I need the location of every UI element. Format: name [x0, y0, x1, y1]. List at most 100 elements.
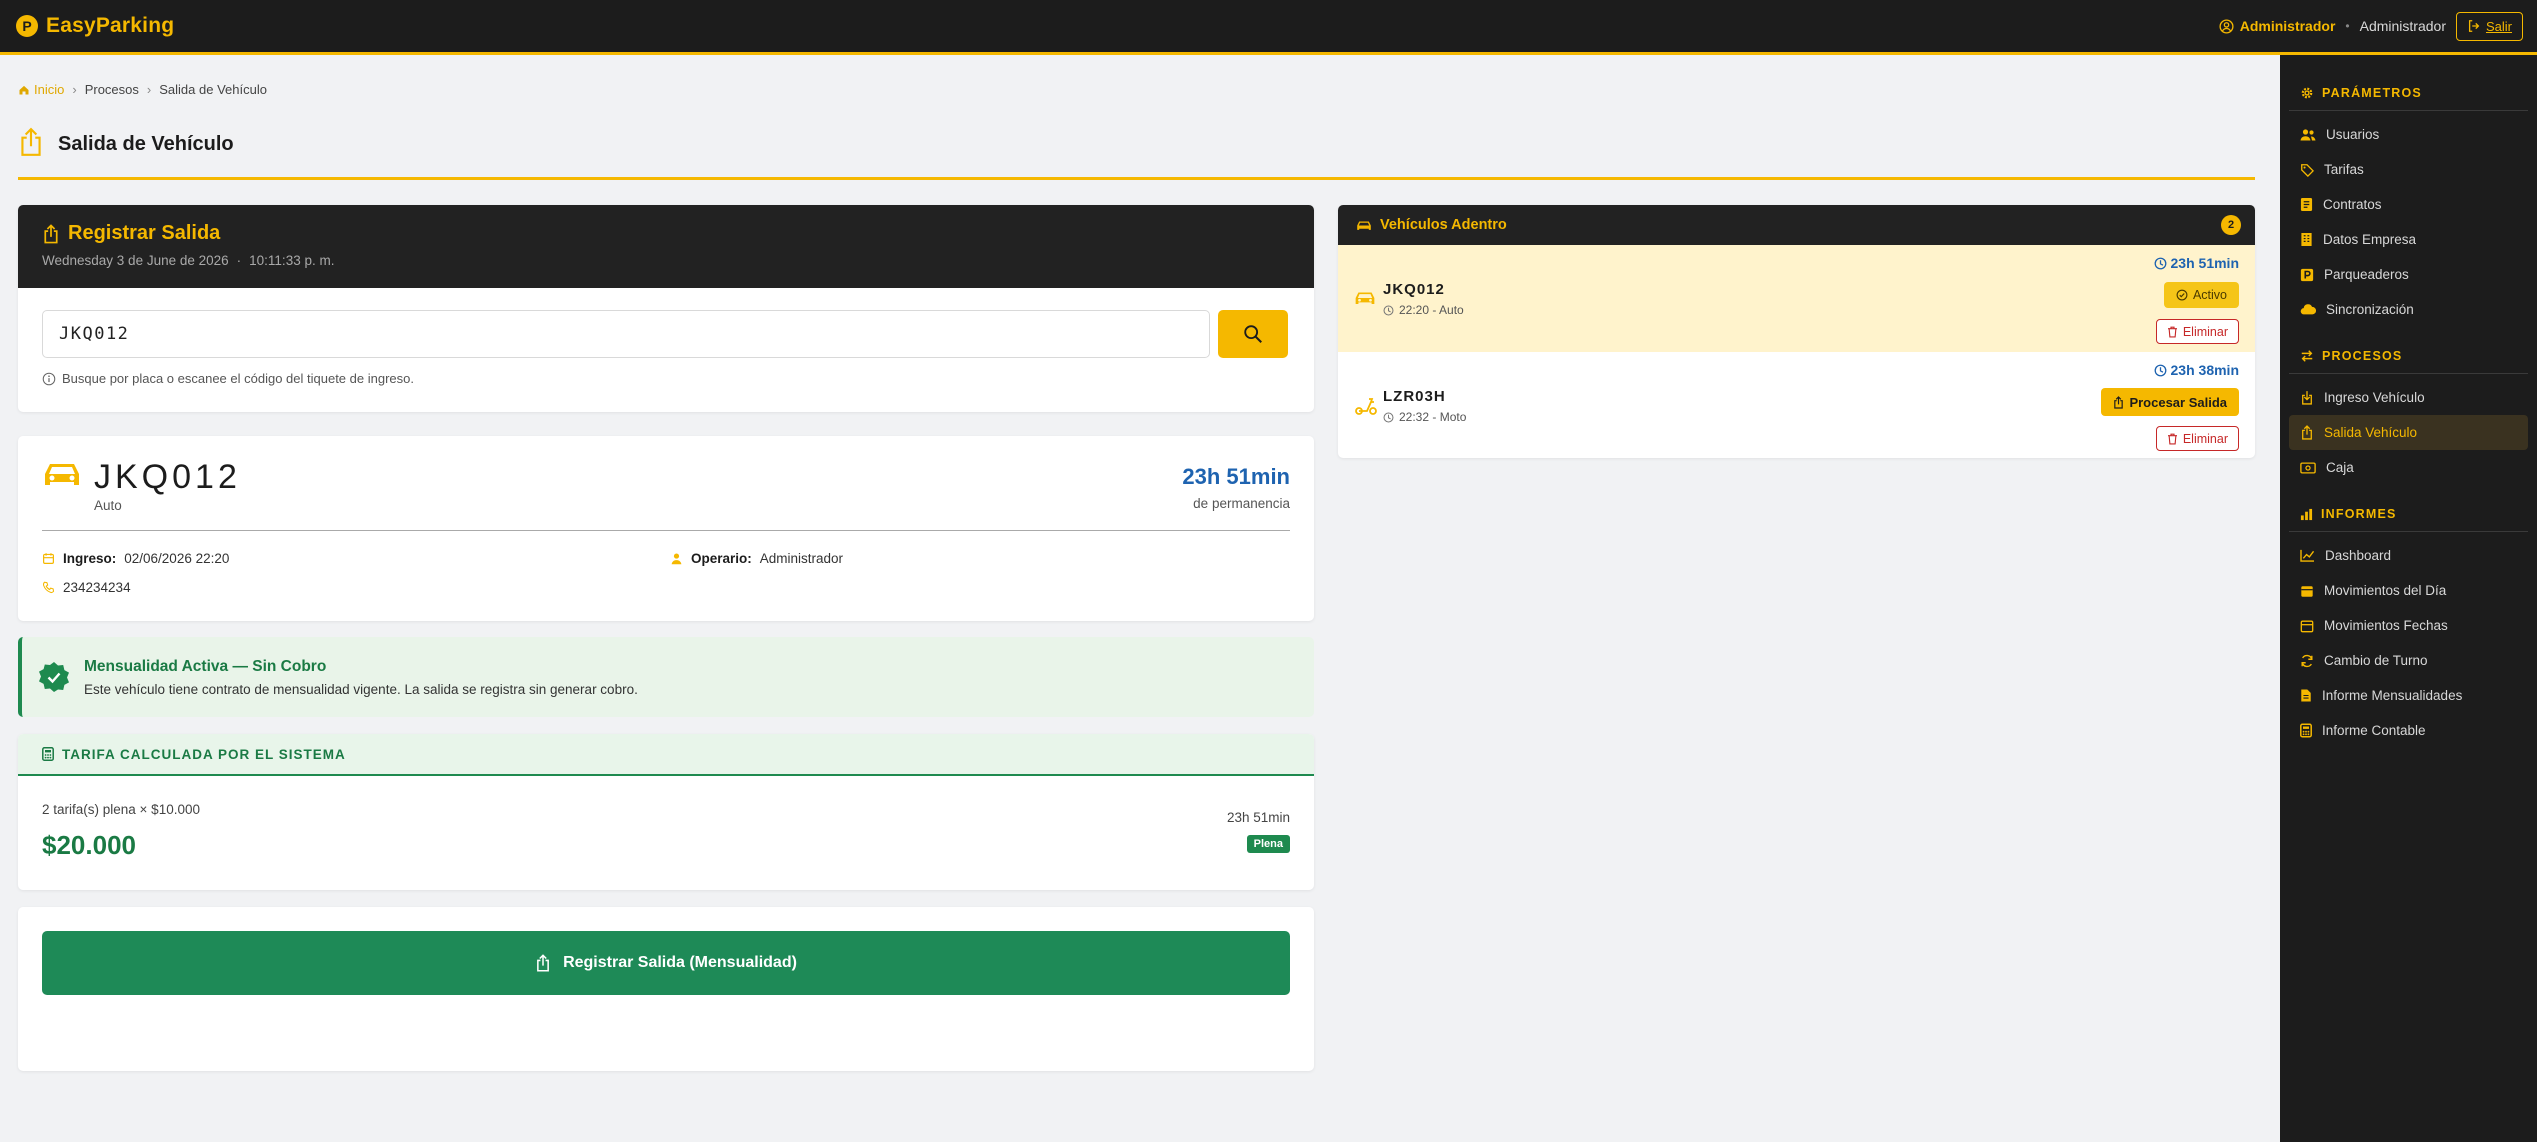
verified-badge-icon: [39, 662, 69, 692]
search-button[interactable]: [1218, 310, 1288, 358]
vehicle-inside-row[interactable]: LZR03H 22:32 - Moto 23h 38min Procesar S…: [1338, 352, 2255, 458]
exit-share-icon: [537, 954, 549, 972]
contract-icon: [2300, 198, 2313, 211]
clock-icon: [2154, 364, 2166, 376]
vehicle-duration-label: de permanencia: [1193, 496, 1290, 511]
rate-type-badge: Plena: [1246, 835, 1290, 853]
divider: [42, 530, 1290, 531]
home-icon: [19, 85, 29, 94]
calculated-rate-title: TARIFA CALCULADA POR EL SISTEMA: [62, 746, 346, 762]
logout-button[interactable]: Salir: [2455, 11, 2523, 41]
process-exit-button[interactable]: Procesar Salida: [2101, 388, 2239, 416]
sidebar-item-salida-vehiculo[interactable]: Salida Vehículo: [2289, 415, 2528, 450]
top-navbar: P EasyParking Administrador • Administra…: [0, 0, 2537, 55]
info-icon: [42, 372, 56, 385]
sidebar-item-informe-mensualidades[interactable]: Informe Mensualidades: [2289, 678, 2528, 713]
phone-icon: [42, 581, 55, 594]
breadcrumb: Inicio › Procesos › Salida de Vehículo: [18, 82, 267, 97]
sidebar-item-movimientos-dia[interactable]: Movimientos del Día: [2289, 573, 2528, 608]
rate-detail: 2 tarifa(s) plena × $10.000: [42, 802, 200, 817]
submit-card: Registrar Salida (Mensualidad): [18, 907, 1314, 1071]
sidebar-item-contratos[interactable]: Contratos: [2289, 187, 2528, 222]
vehicle-type: Auto: [94, 498, 122, 513]
calendar-range-icon: [2300, 620, 2314, 632]
row-duration: 23h 51min: [2154, 255, 2239, 271]
calculator-icon: [2300, 723, 2312, 738]
breadcrumb-section[interactable]: Procesos: [85, 82, 139, 97]
clock-icon: [2154, 257, 2166, 269]
vehicle-identity: JKQ012 Auto: [42, 458, 241, 513]
vehicle-phone-info: 234234234: [42, 580, 131, 595]
exit-share-icon: [44, 223, 58, 243]
vehicle-inside-row[interactable]: JKQ012 22:20 - Auto 23h 51min Activo Eli…: [1338, 245, 2255, 352]
register-exit-button[interactable]: Registrar Salida (Mensualidad): [42, 931, 1290, 995]
sidebar-item-label: Cambio de Turno: [2324, 653, 2428, 668]
sidebar-item-informe-contable[interactable]: Informe Contable: [2289, 713, 2528, 748]
row-meta: 22:32 - Moto: [1383, 410, 1466, 424]
monthly-subscription-alert: Mensualidad Activa — Sin Cobro Este vehí…: [18, 637, 1314, 717]
row-plate: JKQ012: [1383, 281, 1445, 298]
user-area: Administrador • Administrador Salir: [2219, 11, 2523, 41]
page-header: Salida de Vehículo: [18, 123, 2255, 180]
sidebar-item-ingreso-vehiculo[interactable]: Ingreso Vehículo: [2289, 380, 2528, 415]
cash-icon: [2300, 461, 2316, 474]
vehicle-entry-info: Ingreso: 02/06/2026 22:20: [42, 551, 229, 566]
vehicle-duration-value: 23h 51min: [1182, 464, 1290, 489]
user-role-label: Administrador: [2239, 18, 2336, 34]
trash-icon: [2167, 433, 2177, 444]
brand-name: EasyParking: [46, 14, 175, 37]
users-icon: [2300, 128, 2316, 140]
sidebar-section-informes: INFORMES: [2289, 497, 2528, 532]
operator-label: Operario:: [691, 551, 752, 566]
sidebar-item-parqueaderos[interactable]: Parqueaderos: [2289, 257, 2528, 292]
scooter-icon: [1355, 398, 1377, 415]
calculated-rate-card: TARIFA CALCULADA POR EL SISTEMA 2 tarifa…: [18, 734, 1314, 890]
vehicle-operator-info: Operario: Administrador: [670, 551, 843, 566]
bar-chart-icon: [2300, 508, 2313, 520]
exit-share-icon: [21, 127, 41, 156]
register-exit-title: Registrar Salida: [42, 222, 1290, 245]
delete-label: Eliminar: [2182, 431, 2228, 446]
sidebar-item-label: Tarifas: [2324, 162, 2364, 177]
brand-logo[interactable]: P EasyParking: [16, 14, 174, 38]
plate-search-input[interactable]: [42, 310, 1210, 358]
entry-icon: [2302, 391, 2312, 405]
current-date: Wednesday 3 de June de 2026: [42, 253, 229, 268]
breadcrumb-home-label: Inicio: [34, 82, 65, 97]
breadcrumb-home[interactable]: Inicio: [18, 82, 64, 97]
sidebar-item-label: Informe Contable: [2322, 723, 2426, 738]
alert-title: Mensualidad Activa — Sin Cobro: [84, 657, 327, 675]
exit-share-icon: [2114, 395, 2124, 409]
vehicles-inside-title-text: Vehículos Adentro: [1380, 217, 1507, 233]
active-status-label: Activo: [2192, 288, 2227, 302]
sidebar-item-usuarios[interactable]: Usuarios: [2289, 117, 2528, 152]
sidebar-item-sincronizacion[interactable]: Sincronización: [2289, 292, 2528, 327]
car-icon: [45, 464, 79, 485]
rate-time: 23h 51min: [1226, 810, 1290, 825]
calendar-icon: [2301, 585, 2313, 597]
sidebar-item-tarifas[interactable]: Tarifas: [2289, 152, 2528, 187]
sidebar-item-caja[interactable]: Caja: [2289, 450, 2528, 485]
user-icon: [671, 553, 682, 565]
row-duration-value: 23h 51min: [2170, 255, 2239, 271]
register-exit-header: Registrar Salida Wednesday 3 de June de …: [18, 205, 1314, 288]
calendar-icon: [43, 553, 54, 564]
sidebar-item-dashboard[interactable]: Dashboard: [2289, 538, 2528, 573]
sidebar-item-datos-empresa[interactable]: Datos Empresa: [2289, 222, 2528, 257]
register-exit-button-label: Registrar Salida (Mensualidad): [563, 954, 797, 971]
sidebar-item-label: Parqueaderos: [2324, 267, 2409, 282]
active-status-button[interactable]: Activo: [2163, 282, 2239, 308]
delete-button[interactable]: Eliminar: [2155, 319, 2239, 344]
delete-button[interactable]: Eliminar: [2155, 426, 2239, 451]
phone-value: 234234234: [63, 580, 131, 595]
sidebar-item-label: Salida Vehículo: [2324, 425, 2418, 440]
page-title: Salida de Vehículo: [58, 133, 234, 155]
vehicles-inside-count: 2: [2221, 215, 2241, 235]
row-duration: 23h 38min: [2154, 362, 2239, 378]
sidebar-item-movimientos-fechas[interactable]: Movimientos Fechas: [2289, 608, 2528, 643]
sidebar-item-label: Movimientos del Día: [2324, 583, 2447, 598]
check-circle-icon: [2176, 289, 2188, 301]
sidebar-section-procesos: PROCESOS: [2289, 339, 2528, 374]
sidebar-item-cambio-turno[interactable]: Cambio de Turno: [2289, 643, 2528, 678]
tag-icon: [2301, 163, 2314, 177]
